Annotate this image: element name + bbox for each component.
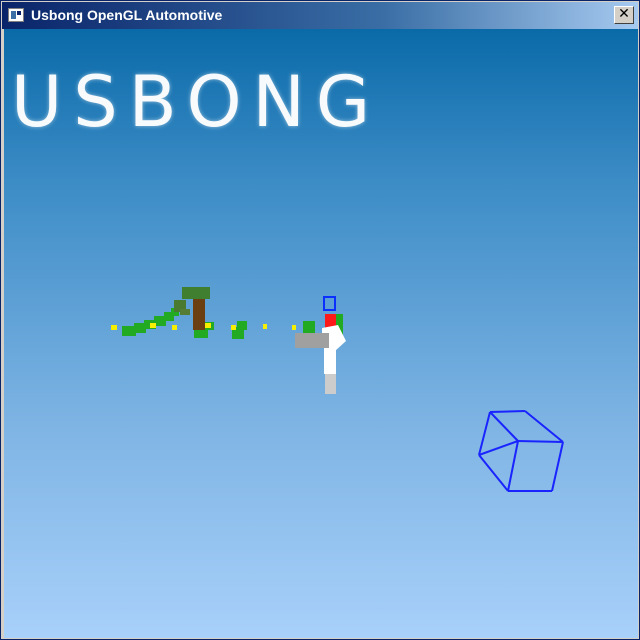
- scene-graphics: [111, 287, 564, 492]
- car-blue-marker: [323, 296, 336, 311]
- opengl-viewport[interactable]: USBONG: [4, 29, 638, 638]
- tree-leaves: [182, 287, 210, 299]
- car: [295, 296, 346, 394]
- wireframe-cube: [478, 410, 564, 492]
- window-title: Usbong OpenGL Automotive: [31, 7, 223, 23]
- tree: [174, 287, 210, 330]
- application-window: Usbong OpenGL Automotive ✕ USBONG: [0, 0, 640, 640]
- car-lower: [325, 374, 336, 394]
- car-gray-panel: [295, 333, 329, 348]
- title-bar[interactable]: Usbong OpenGL Automotive ✕: [2, 2, 638, 29]
- close-button[interactable]: ✕: [614, 6, 634, 24]
- car-front: [324, 348, 336, 374]
- app-icon[interactable]: [8, 8, 24, 22]
- tree-trunk: [193, 299, 205, 330]
